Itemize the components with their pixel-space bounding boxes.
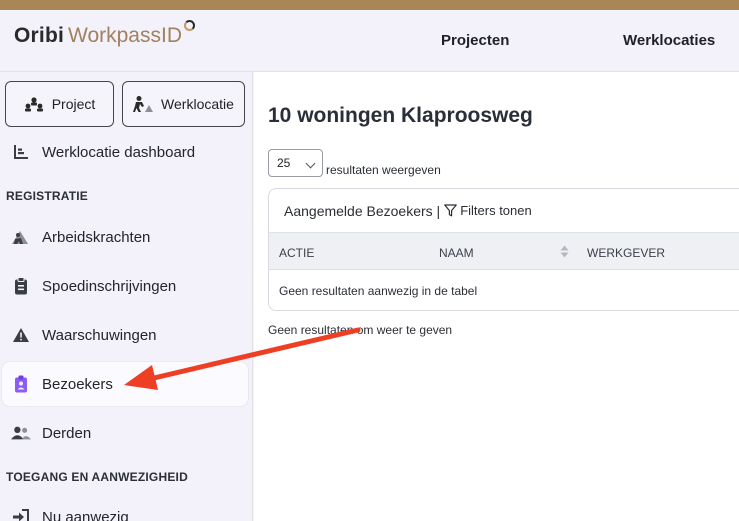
section-registratie: REGISTRATIE [6,189,88,203]
sidebar-item-label: Spoedinschrijvingen [42,277,177,295]
table-header: Aangemelde Bezoekers | Filters tonen [269,189,739,233]
switch-werklocatie-label: Werklocatie [161,96,234,112]
logo-brand: Oribi [14,24,65,47]
table-empty-row: Geen resultaten aanwezig in de tabel [279,284,478,298]
filters-toggle-button[interactable]: Filters tonen [444,203,532,218]
filter-icon [444,204,457,217]
sidebar-item-derden[interactable]: Derden [2,411,248,455]
column-werkgever[interactable]: WERKGEVER [587,246,665,260]
visitor-badge-icon [11,374,31,394]
visitors-table-card: Aangemelde Bezoekers | Filters tonen ACT… [268,188,739,311]
construction-worker-icon [133,96,154,112]
sidebar-item-nu-aanwezig[interactable]: Nu aanwezig [2,495,248,521]
logo-mark-icon [184,20,195,31]
sidebar-item-label: Derden [42,424,92,442]
page-title: 10 woningen Klaproosweg [268,104,533,127]
users-icon [11,423,31,443]
sidebar-item-arbeidskrachten[interactable]: Arbeidskrachten [2,215,248,259]
chevron-down-icon [305,158,316,169]
nav-projecten[interactable]: Projecten [441,32,509,49]
sidebar-item-waarschuwingen[interactable]: Waarschuwingen [2,313,248,357]
page-length-select[interactable]: 25 [268,149,323,177]
sidebar-item-label: Nu aanwezig [42,508,129,521]
column-naam[interactable]: NAAM [439,246,474,260]
switch-werklocatie-button[interactable]: Werklocatie [122,81,245,127]
sidebar-item-dashboard[interactable]: Werklocatie dashboard [2,130,248,174]
sidebar-item-bezoekers[interactable]: Bezoekers [2,362,248,406]
table-title: Aangemelde Bezoekers | [284,202,441,219]
top-accent-bar [0,0,739,10]
switch-project-button[interactable]: Project [5,81,114,127]
switch-project-label: Project [51,96,96,112]
nav-werklocaties[interactable]: Werklocaties [623,32,715,49]
warning-icon [11,325,31,345]
project-group-icon [24,97,43,112]
app-logo[interactable]: Oribi WorkpassID [14,20,195,48]
page-length-label: resultaten weergeven [326,163,441,177]
sidebar-item-label: Bezoekers [42,375,113,393]
bar-chart-icon [11,142,31,162]
page-length-value: 25 [277,156,291,170]
sort-icon[interactable] [560,245,569,261]
filters-toggle-label: Filters tonen [460,203,532,218]
main-content: 10 woningen Klaproosweg 25 resultaten we… [254,72,739,521]
logo-product: WorkpassID [68,24,182,47]
sidebar-item-spoedinschrijvingen[interactable]: Spoedinschrijvingen [2,264,248,308]
worker-icon [11,227,31,247]
table-column-headers: ACTIE NAAM WERKGEVER [269,233,739,270]
sidebar-item-label: Arbeidskrachten [42,228,151,246]
table-info-text: Geen resultaten om weer te geven [268,323,453,337]
sidebar-item-label: Waarschuwingen [42,326,157,344]
sidebar: Project Werklocatie Werklocatie dashboar… [0,72,253,521]
sidebar-item-label: Werklocatie dashboard [42,143,196,161]
sign-in-icon [11,507,31,521]
app-header: Oribi WorkpassID Projecten Werklocaties [0,10,739,72]
section-toegang: TOEGANG EN AANWEZIGHEID [6,470,188,484]
clipboard-icon [11,276,31,296]
column-actie[interactable]: ACTIE [279,246,314,260]
